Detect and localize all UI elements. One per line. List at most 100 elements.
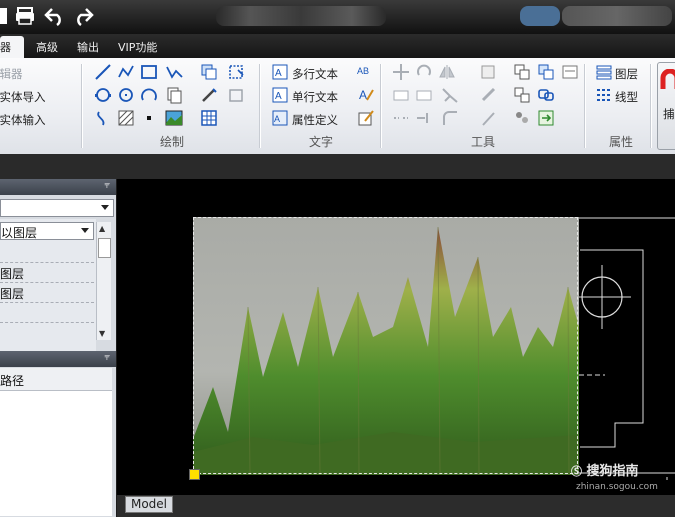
text-icon[interactable]: A [272,87,288,103]
list-item[interactable] [0,322,94,342]
rectangle-icon[interactable] [140,63,158,81]
tools-group-label: 工具 [471,135,496,149]
layout-tab-bar [117,495,675,517]
line-icon[interactable] [94,63,112,81]
selection-grip[interactable] [189,469,200,480]
attdef-icon[interactable]: A [272,110,288,126]
tab-editor[interactable]: 器 [0,36,24,58]
ribbon: 编辑器 速实体导入 形实体输入 绘制 A 多行文本 A 单行文本 A 属性定义 … [0,58,675,155]
array-icon[interactable] [480,63,498,81]
group-icon[interactable] [513,63,531,81]
title-bar [0,0,675,34]
redo-icon[interactable] [72,5,94,27]
properties-group-label: 属性 [609,135,634,149]
ivy-plant-image [193,226,579,475]
pin-icon[interactable]: ⫧ [104,352,110,363]
point-icon[interactable] [140,109,158,127]
link-icon[interactable] [537,86,555,104]
mtext-icon[interactable]: A [272,64,288,80]
ellipse-curve-icon[interactable] [94,109,112,127]
scroll-up-icon[interactable]: ▲ [99,224,105,233]
insert-block-icon[interactable] [228,63,246,81]
embedded-image[interactable] [193,217,579,475]
linetype-icon[interactable] [596,87,612,103]
object-select-combo[interactable] [0,199,114,217]
svg-text:A: A [275,68,282,79]
pin-icon[interactable]: ⫧ [104,180,110,191]
export-icon[interactable] [537,109,555,127]
copy-icon[interactable] [392,86,410,104]
copy-block-icon[interactable] [165,86,183,104]
ribbon-item-quick-import[interactable]: 速实体导入 [0,89,46,105]
tab-model[interactable]: Model [125,496,173,513]
scale-icon[interactable] [415,86,433,104]
move-icon[interactable] [392,63,410,81]
text-format-icon[interactable]: A [357,86,375,104]
stretch-icon[interactable] [441,86,459,104]
capture-button[interactable]: 捕 [657,62,675,150]
group-separator [380,64,382,148]
table-icon[interactable] [200,109,218,127]
layer-combo[interactable]: 以图层 [0,222,94,240]
attribute-definition-button[interactable]: 属性定义 [292,112,338,128]
property-scrollbar[interactable]: ▲ ▼ [96,222,111,340]
property-grid: 以图层 图层 图层 [0,219,96,355]
blurred-title [216,6,386,26]
circle-center-icon[interactable] [117,86,135,104]
toolbar-strip [0,154,675,179]
scroll-thumb[interactable] [98,238,111,258]
explode-icon[interactable] [537,63,555,81]
block-icon[interactable] [200,63,218,81]
fillet-icon[interactable] [441,109,459,127]
group-separator [584,64,586,148]
group-separator [650,64,652,148]
mirror-icon[interactable] [438,63,456,81]
arc-icon[interactable] [140,86,158,104]
undo-icon[interactable] [44,5,66,27]
erase-icon[interactable] [480,86,498,104]
layer-icon[interactable] [596,64,612,80]
pen-icon[interactable] [200,86,218,104]
tab-vip[interactable]: VIP功能 [118,39,157,55]
chevron-down-icon [101,205,109,210]
tab-advanced[interactable]: 高级 [36,39,58,55]
print-icon[interactable] [14,5,36,27]
file-list [0,391,112,516]
text-group-label: 文字 [309,135,334,149]
capture-label: 捕 [663,107,675,121]
offset-icon[interactable] [392,109,410,127]
measure-icon[interactable] [561,63,579,81]
cad-drawing [575,217,675,480]
image-icon[interactable] [165,109,183,127]
ribbon-item-shape-input[interactable]: 形实体输入 [0,112,46,128]
list-item[interactable] [0,242,94,263]
single-line-text-button[interactable]: 单行文本 [292,89,338,105]
hatch-icon[interactable] [117,109,135,127]
path-column-header[interactable]: 路径 [0,368,112,391]
rotate-icon[interactable] [415,63,433,81]
trim-icon[interactable] [415,109,433,127]
polyline-icon[interactable] [117,63,135,81]
svg-text:A: A [275,91,282,102]
multiline-text-button[interactable]: 多行文本 [292,66,338,82]
attribute-block-icon[interactable] [228,86,246,104]
ungroup-icon[interactable] [513,86,531,104]
linetype-button[interactable]: 线型 [615,89,638,105]
list-item[interactable]: 图层 [0,262,94,283]
layer-button[interactable]: 图层 [615,66,638,82]
text-style-icon[interactable]: AB [357,63,375,81]
list-item[interactable]: 图层 [0,282,94,303]
spline-icon[interactable] [165,63,183,81]
text-edit-icon[interactable] [357,109,375,127]
chamfer-icon[interactable] [480,109,498,127]
tab-output[interactable]: 输出 [77,39,99,55]
group-separator [259,64,261,148]
properties-icon[interactable] [513,109,531,127]
blurred-account [520,6,560,26]
list-item[interactable] [0,302,94,323]
file-panel-title: ⫧ [0,351,116,367]
watermark-url: zhinan.sogou.com [576,482,658,492]
ribbon-item-editor[interactable]: 编辑器 [0,66,23,82]
scroll-down-icon[interactable]: ▼ [99,329,105,338]
circle-icon[interactable] [94,86,112,104]
